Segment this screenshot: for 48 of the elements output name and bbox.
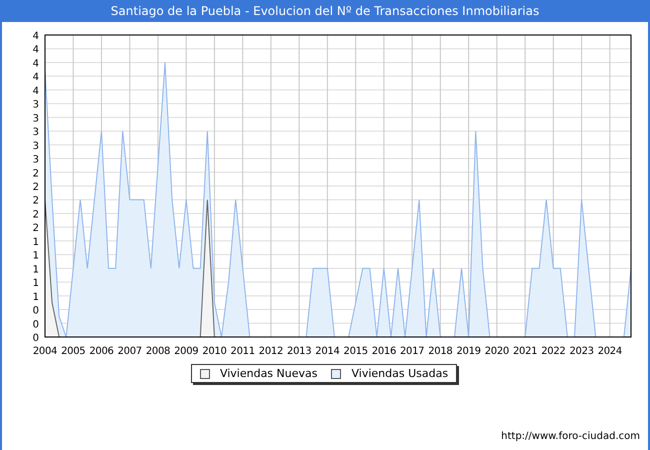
y-tick-label: 3 <box>32 140 39 152</box>
x-tick-label: 2017 <box>400 346 424 357</box>
x-tick-label: 2020 <box>484 346 509 357</box>
y-tick-label: 2 <box>32 182 39 193</box>
x-tick-label: 2019 <box>456 346 481 357</box>
x-tick-label: 2024 <box>598 346 622 357</box>
y-tick-label: 0 <box>32 319 39 330</box>
x-tick-label: 2006 <box>89 346 114 357</box>
y-tick-label: 4 <box>32 58 39 70</box>
y-tick-label: 2 <box>32 223 39 234</box>
y-tick-label: 4 <box>32 31 39 42</box>
y-tick-label: 2 <box>32 168 39 180</box>
y-tick-label: 4 <box>32 44 39 56</box>
x-tick-label: 2009 <box>174 346 198 357</box>
chart-title: Santiago de la Puebla - Evolucion del Nº de Transacciones Inmobiliarias <box>2 0 648 22</box>
x-tick-label: 2023 <box>569 346 594 357</box>
y-tick-label: 1 <box>32 278 39 290</box>
x-tick-label: 2016 <box>372 346 396 357</box>
x-tick-label: 2012 <box>258 346 284 357</box>
x-tick-label: 2014 <box>315 346 340 357</box>
legend-label: Viviendas Usadas <box>351 367 448 380</box>
y-tick-label: 0 <box>32 333 39 344</box>
x-tick-label: 2011 <box>230 346 255 357</box>
x-tick-label: 2015 <box>344 346 368 357</box>
x-tick-label: 2010 <box>202 346 227 357</box>
x-tick-label: 2008 <box>146 346 170 357</box>
x-tick-label: 2018 <box>428 346 452 357</box>
y-tick-label: 1 <box>32 264 39 276</box>
y-tick-label: 3 <box>32 154 39 166</box>
y-tick-label: 2 <box>32 209 39 220</box>
source-url: http://www.foro-ciudad.com <box>501 431 640 442</box>
x-tick-label: 2005 <box>61 346 86 357</box>
x-tick-label: 2021 <box>512 346 538 357</box>
y-tick-label: 3 <box>32 127 39 138</box>
y-tick-label: 1 <box>32 236 39 248</box>
y-tick-label: 4 <box>32 72 39 84</box>
y-tick-label: 2 <box>32 196 39 207</box>
y-tick-label: 0 <box>32 306 39 317</box>
x-tick-label: 2022 <box>541 346 566 357</box>
x-tick-label: 2013 <box>287 346 312 357</box>
x-tick-label: 2007 <box>118 346 142 357</box>
y-tick-label: 1 <box>32 292 39 303</box>
legend-label: Viviendas Nuevas <box>220 367 318 380</box>
y-tick-label: 4 <box>32 86 39 97</box>
y-tick-label: 3 <box>32 113 39 124</box>
y-tick-label: 3 <box>32 100 39 111</box>
x-tick-label: 2004 <box>32 346 58 357</box>
y-tick-label: 1 <box>32 250 39 262</box>
